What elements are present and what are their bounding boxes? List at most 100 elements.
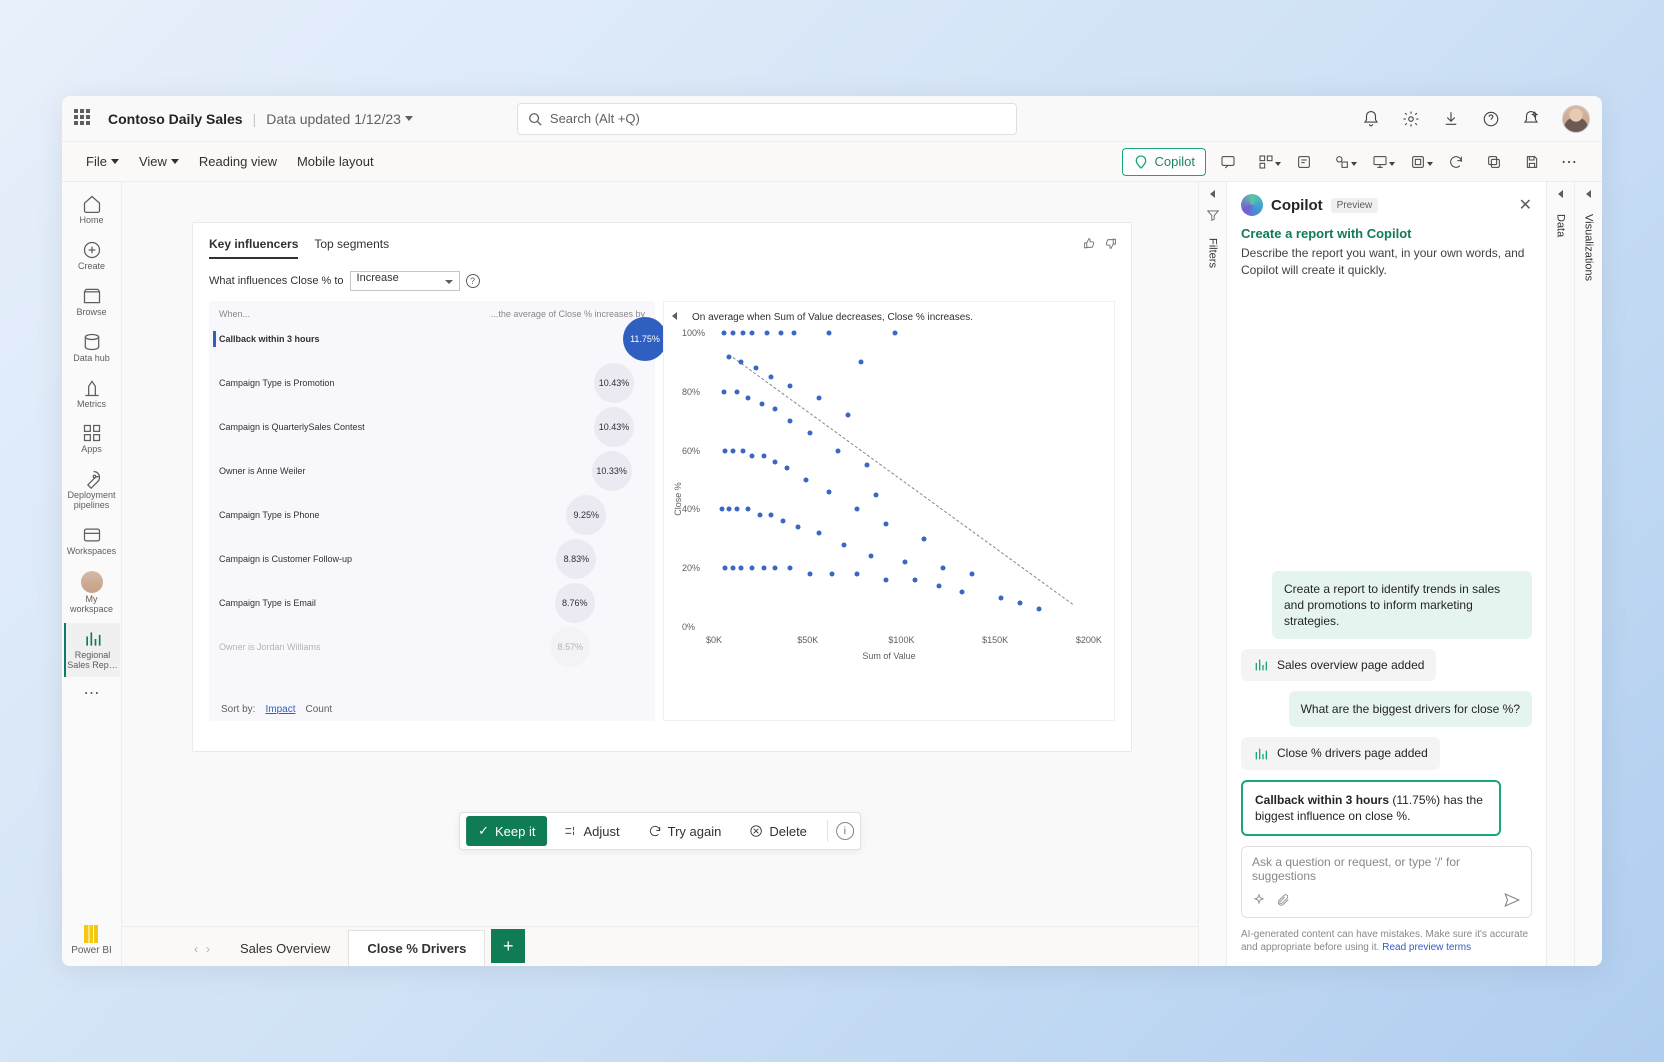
nav-deployment[interactable]: Deployment pipelines <box>64 463 120 517</box>
close-icon[interactable]: ✕ <box>1519 195 1532 215</box>
scatter-point <box>754 366 759 371</box>
send-icon[interactable] <box>1503 891 1521 909</box>
thumbs-down-icon[interactable] <box>1104 237 1117 250</box>
thumbs-up-icon[interactable] <box>1083 237 1096 250</box>
menu-file[interactable]: File <box>78 150 127 173</box>
next-page-icon[interactable]: › <box>206 942 210 956</box>
preview-terms-link[interactable]: Read preview terms <box>1382 942 1471 953</box>
adjust-button[interactable]: Adjust <box>551 816 631 846</box>
chat-icon[interactable] <box>1212 148 1244 176</box>
scatter-point <box>769 513 774 518</box>
bookmark-icon[interactable] <box>1402 148 1434 176</box>
influencer-row[interactable]: Campaign Type is Email8.76% <box>219 593 645 613</box>
scatter-point <box>761 566 766 571</box>
data-updated[interactable]: Data updated 1/12/23 <box>266 111 413 127</box>
try-again-button[interactable]: Try again <box>636 816 734 846</box>
more-icon[interactable]: ⋯ <box>1554 148 1586 176</box>
scatter-point <box>750 331 755 336</box>
tab-pager: ‹› <box>182 942 222 966</box>
menu-mobile-layout[interactable]: Mobile layout <box>289 150 382 173</box>
help-icon[interactable] <box>1482 110 1500 128</box>
influencer-row[interactable]: Owner is Jordan Williams8.57% <box>219 637 645 657</box>
attach-icon[interactable] <box>1276 893 1290 907</box>
x-tick: $50K <box>797 635 818 645</box>
gear-icon[interactable] <box>1402 110 1420 128</box>
prev-page-icon[interactable]: ‹ <box>194 942 198 956</box>
menu-view[interactable]: View <box>131 150 187 173</box>
key-influencers-visual[interactable]: Key influencers Top segments What influe… <box>192 222 1132 752</box>
influencer-row[interactable]: Campaign Type is Promotion10.43% <box>219 373 645 393</box>
influencer-bubble: 8.83% <box>556 539 596 579</box>
nav-more[interactable]: ⋯ <box>84 683 100 703</box>
download-icon[interactable] <box>1442 110 1460 128</box>
scatter-point <box>773 407 778 412</box>
user-avatar[interactable] <box>1562 105 1590 133</box>
copilot-input[interactable]: Ask a question or request, or type '/' f… <box>1241 846 1532 918</box>
scatter-point <box>1036 607 1041 612</box>
nav-browse[interactable]: Browse <box>64 280 120 324</box>
y-tick: 40% <box>682 504 700 514</box>
nav-home[interactable]: Home <box>64 188 120 232</box>
scatter-point <box>746 507 751 512</box>
y-tick: 80% <box>682 387 700 397</box>
nav-metrics[interactable]: Metrics <box>64 372 120 416</box>
influencer-row[interactable]: Campaign is Customer Follow-up8.83% <box>219 549 645 569</box>
influence-question: What influences Close % to Increase ? <box>209 271 1115 291</box>
nav-datahub[interactable]: Data hub <box>64 326 120 370</box>
influencers-panel: When......the average of Close % increas… <box>209 301 655 721</box>
shapes-icon[interactable] <box>1326 148 1358 176</box>
influencer-row[interactable]: Campaign Type is Phone9.25% <box>219 505 645 525</box>
influencer-label: Campaign is QuarterlySales Contest <box>219 422 369 432</box>
sort-impact[interactable]: Impact <box>265 704 295 715</box>
keep-button[interactable]: ✓ Keep it <box>466 816 547 846</box>
sort-count[interactable]: Count <box>305 704 332 715</box>
y-tick: 20% <box>682 563 700 573</box>
refresh-icon[interactable] <box>1440 148 1472 176</box>
nav-apps[interactable]: Apps <box>64 417 120 461</box>
influencer-row[interactable]: Callback within 3 hours11.75% <box>219 329 645 349</box>
text-box-icon[interactable] <box>1288 148 1320 176</box>
delete-button[interactable]: Delete <box>737 816 819 846</box>
scatter-point <box>859 360 864 365</box>
expand-data-icon[interactable] <box>1558 190 1563 198</box>
add-page-button[interactable]: + <box>491 929 525 963</box>
scatter-point <box>780 519 785 524</box>
influencer-bubble: 10.33% <box>592 451 632 491</box>
influencer-bubble: 8.57% <box>550 627 590 667</box>
copy-icon[interactable] <box>1478 148 1510 176</box>
search-input[interactable]: Search (Alt +Q) <box>517 103 1017 135</box>
visual-icon[interactable] <box>1250 148 1282 176</box>
influencer-row[interactable]: Owner is Anne Weiler10.33% <box>219 461 645 481</box>
help-tooltip-icon[interactable]: ? <box>466 274 480 288</box>
expand-filters-icon[interactable] <box>1210 190 1215 198</box>
nav-my-workspace[interactable]: My workspace <box>64 565 120 621</box>
influencer-label: Callback within 3 hours <box>219 334 369 344</box>
ribbon: File View Reading view Mobile layout Cop… <box>62 142 1602 182</box>
sparkle-bell-icon[interactable] <box>1522 110 1540 128</box>
nav-create[interactable]: Create <box>64 234 120 278</box>
scatter-point <box>738 566 743 571</box>
save-icon[interactable] <box>1516 148 1548 176</box>
app-launcher-icon[interactable] <box>74 109 94 129</box>
influence-select[interactable]: Increase <box>350 271 460 291</box>
menu-reading-view[interactable]: Reading view <box>191 150 285 173</box>
copilot-button[interactable]: Copilot <box>1122 148 1206 176</box>
filters-rail[interactable]: Filters <box>1198 182 1226 966</box>
sparkle-icon[interactable] <box>1252 893 1266 907</box>
tab-top-segments[interactable]: Top segments <box>314 237 389 259</box>
back-icon[interactable] <box>672 312 677 320</box>
present-icon[interactable] <box>1364 148 1396 176</box>
bell-icon[interactable] <box>1362 110 1380 128</box>
nav-regional-sales[interactable]: Regional Sales Rep… <box>64 623 120 677</box>
tab-close-drivers[interactable]: Close % Drivers <box>348 930 485 966</box>
tab-key-influencers[interactable]: Key influencers <box>209 237 298 259</box>
influencer-row[interactable]: Campaign is QuarterlySales Contest10.43% <box>219 417 645 437</box>
tab-sales-overview[interactable]: Sales Overview <box>222 930 348 966</box>
expand-viz-icon[interactable] <box>1586 190 1591 198</box>
data-rail[interactable]: Data <box>1546 182 1574 966</box>
nav-workspaces[interactable]: Workspaces <box>64 519 120 563</box>
scatter-point <box>773 566 778 571</box>
info-icon[interactable]: i <box>836 822 854 840</box>
visualizations-rail[interactable]: Visualizations <box>1574 182 1602 966</box>
chevron-down-icon <box>171 159 179 164</box>
